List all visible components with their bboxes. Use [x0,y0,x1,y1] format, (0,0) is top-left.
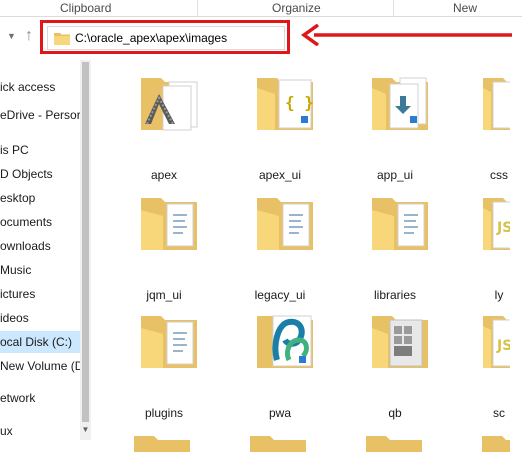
folder-item-sc[interactable]: JS sc [461,310,510,425]
folder-item-partial[interactable] [248,430,308,452]
sidebar-item-label: ocal Disk (C:) [0,335,73,349]
folder-icon [257,198,313,250]
sidebar-item-linux[interactable]: ux [0,420,80,442]
js-icon: JS [496,338,510,354]
folder-icon [250,436,306,452]
folder-icon [257,315,313,368]
folder-icon [134,436,190,452]
folder-item-ly[interactable]: JS ly [461,192,510,307]
recent-locations-chevron-icon[interactable]: ▼ [7,31,16,41]
folder-item-apex[interactable]: apex [114,72,214,187]
folder-name: sc [493,406,505,420]
sidebar-item-network[interactable]: etwork [0,387,80,409]
folder-name: libraries [373,288,416,302]
ribbon-separator [393,0,394,16]
folder-icon [141,78,198,131]
folder-name: jqm_ui [146,288,182,302]
folder-icon: JS [483,316,510,368]
folder-item-libraries[interactable]: libraries [345,192,445,307]
folder-name: pwa [268,406,291,420]
sidebar-item-label: eDrive - Persor [0,108,80,122]
sidebar-item-pictures[interactable]: ictures [0,283,80,305]
ribbon-group-new: New [453,1,478,15]
sidebar-item-documents[interactable]: ocuments [0,211,80,233]
sidebar-item-label: ick access [0,80,56,94]
folder-name: qb [388,406,402,420]
folder-item-partial[interactable] [132,430,192,452]
folder-item-pwa[interactable]: pwa [230,310,330,425]
folder-name: css [490,168,508,182]
folder-name: app_ui [376,168,414,182]
folder-name: ly [494,288,504,302]
folder-item-apex_ui[interactable]: { } apex_ui [230,72,330,187]
folder-icon [482,436,510,452]
folder-item-partial[interactable] [364,430,424,452]
sidebar-item-music[interactable]: Music [0,259,80,281]
annotation-arrow-icon [300,24,512,46]
annotation-highlight-box [40,20,290,54]
sidebar-item-quick-access[interactable]: ick access [0,76,80,98]
folder-name: apex_ui [258,168,302,182]
folder-name: legacy_ui [254,288,306,302]
sidebar-item-label: Music [0,263,32,277]
folder-icon [372,77,428,130]
folder-icon: JS [483,198,510,250]
sidebar-item-onedrive[interactable]: eDrive - Persor [0,104,80,126]
folder-name: apex [150,168,178,182]
folder-item-app_ui[interactable]: app_ui [345,72,445,187]
sidebar-item-3d-objects[interactable]: D Objects [0,163,80,185]
sidebar-item-new-volume[interactable]: New Volume (D: [0,355,80,377]
sidebar-item-this-pc[interactable]: is PC [0,139,80,161]
vscode-badge-icon [301,116,308,123]
folder-icon [372,316,428,368]
folder-icon [483,78,510,130]
json-braces-icon: { } [285,93,314,112]
sidebar-item-label: ictures [0,287,36,301]
sidebar-item-label: D Objects [0,167,53,181]
folder-item-qb[interactable]: qb [345,310,445,425]
scroll-down-arrow-icon[interactable]: ▼ [80,424,91,436]
navigation-pane: ick access eDrive - Persor is PC D Objec… [0,60,80,452]
js-icon: JS [496,220,510,236]
ribbon-group-organize: Organize [272,1,321,15]
folder-item-partial[interactable] [480,430,510,452]
folder-item-jqm_ui[interactable]: jqm_ui [114,192,214,307]
sidebar-item-label: New Volume (D: [0,359,80,373]
sidebar-item-label: ideos [0,311,29,325]
ribbon-separator [197,0,198,16]
sidebar-item-label: etwork [0,391,36,405]
sidebar-item-desktop[interactable]: esktop [0,187,80,209]
up-arrow-icon[interactable]: ↑ [25,27,33,45]
sidebar-item-videos[interactable]: ideos [0,307,80,329]
sidebar-item-label: is PC [0,143,29,157]
sidebar-scrollbar-thumb[interactable] [82,62,89,422]
folder-item-legacy_ui[interactable]: legacy_ui [230,192,330,307]
folder-item-plugins[interactable]: plugins [114,310,214,425]
folder-name: plugins [144,406,184,420]
vscode-badge-icon [299,356,306,363]
folder-icon [372,198,428,250]
vscode-badge-icon [410,116,417,123]
folder-icon: { } [257,78,314,130]
sidebar-item-label: ux [0,424,13,438]
sidebar-item-local-disk[interactable]: ocal Disk (C:) [0,331,80,353]
sidebar-item-label: esktop [0,191,36,205]
sidebar-item-label: ownloads [0,239,51,253]
sidebar-item-downloads[interactable]: ownloads [0,235,80,257]
folder-item-css[interactable]: css [461,72,510,187]
sidebar-item-label: ocuments [0,215,53,229]
folder-icon [141,316,197,368]
ribbon-group-clipboard: Clipboard [60,1,112,15]
folder-icon [366,436,422,452]
ribbon-group-labels: Clipboard Organize New [0,0,522,17]
folder-icon [141,198,197,250]
